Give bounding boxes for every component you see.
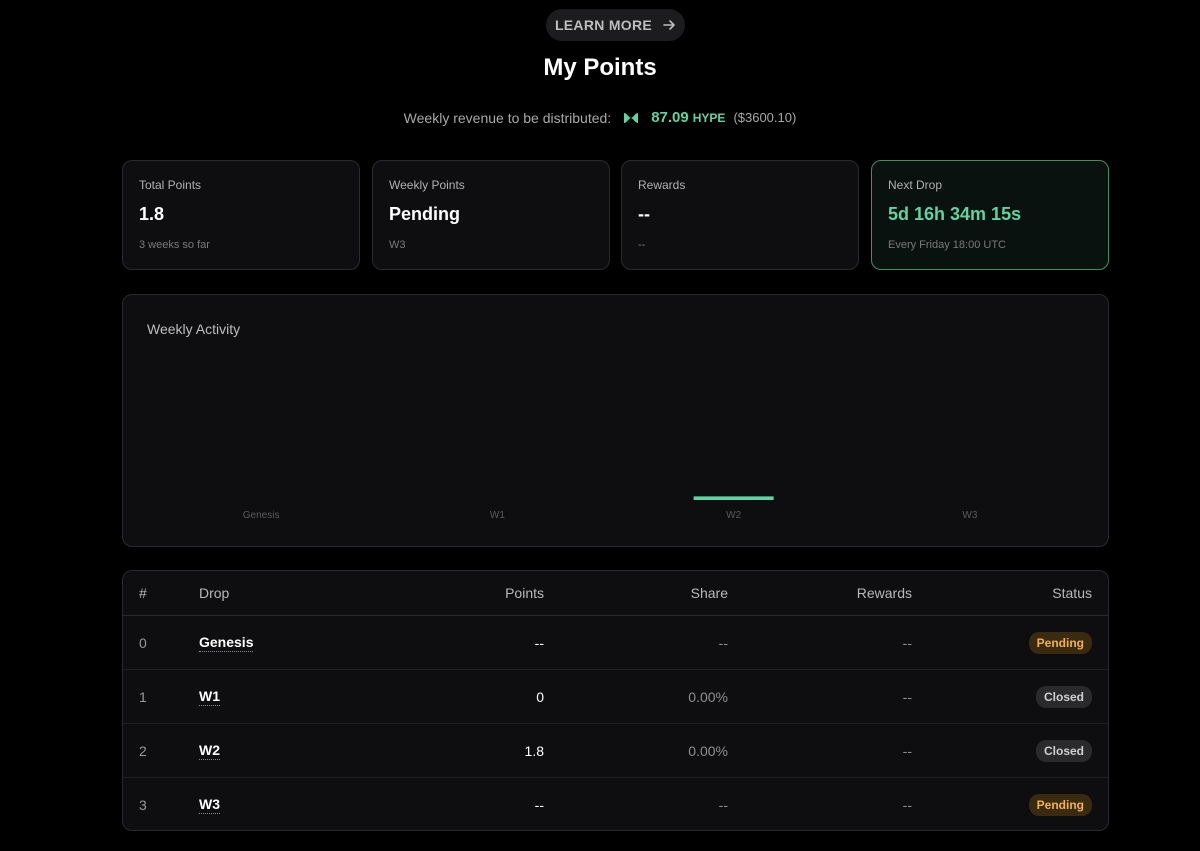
row-points: 1.8: [524, 742, 544, 759]
header-points: Points: [505, 585, 544, 601]
header-idx: #: [139, 585, 147, 601]
header-share: Share: [690, 585, 728, 601]
x-tick-label: W1: [490, 510, 505, 521]
row-status: Closed: [1035, 670, 1092, 723]
table-row: 3 W3 -- -- -- Pending: [123, 778, 1108, 830]
row-drop: W3: [199, 778, 220, 830]
card-label: Total Points: [139, 178, 202, 192]
row-share: 0.00%: [688, 688, 728, 705]
row-idx: 3: [139, 797, 147, 813]
rewards-card: Rewards -- --: [621, 160, 859, 270]
drop-link[interactable]: Genesis: [199, 634, 254, 652]
points-page: LEARN MORE My Points Weekly revenue to b…: [0, 0, 1200, 851]
header-status: Status: [1052, 585, 1092, 601]
card-label: Rewards: [638, 178, 686, 192]
status-badge: Pending: [1028, 631, 1092, 654]
chart-canvas: Genesis W1 W2 W3: [243, 496, 978, 521]
row-points: --: [534, 797, 544, 813]
row-share: 0.00%: [688, 742, 728, 759]
row-points: --: [534, 634, 544, 651]
row-idx: 1: [139, 688, 147, 705]
row-rewards: --: [902, 742, 912, 759]
row-drop: W1: [199, 670, 220, 723]
stat-cards: Total Points 1.8 3 weeks so far Weekly P…: [122, 160, 1109, 270]
revenue-label: Weekly revenue to be distributed:: [403, 109, 612, 126]
status-badge: Closed: [1035, 739, 1092, 762]
row-status: Pending: [1028, 778, 1092, 830]
revenue-usd: ($3600.10): [733, 110, 797, 125]
learn-more-button[interactable]: LEARN MORE: [546, 9, 685, 41]
revenue-amount: 87.09: [651, 109, 689, 126]
hype-logo-icon: [624, 112, 639, 123]
row-share: --: [718, 797, 728, 813]
header-rewards: Rewards: [856, 585, 912, 601]
revenue-unit: HYPE: [692, 110, 726, 125]
row-drop: W2: [199, 724, 220, 777]
card-value: --: [638, 204, 650, 224]
card-sub: --: [638, 239, 646, 251]
weekly-revenue: Weekly revenue to be distributed: 87.09 …: [0, 109, 1200, 126]
next-drop-card: Next Drop 5d 16h 34m 15s Every Friday 18…: [871, 160, 1109, 270]
row-rewards: --: [902, 688, 912, 705]
row-rewards: --: [902, 797, 912, 813]
table-row: 2 W2 1.8 0.00% -- Closed: [123, 724, 1108, 778]
weekly-activity-chart: Weekly Activity Genesis W1 W2 W3: [122, 294, 1109, 547]
chart-bar-w2: [693, 496, 774, 500]
table-row: 0 Genesis -- -- -- Pending: [123, 616, 1108, 670]
total-points-card: Total Points 1.8 3 weeks so far: [122, 160, 360, 270]
row-idx: 2: [139, 742, 147, 759]
x-tick-label: W3: [962, 510, 977, 521]
x-tick-label: W2: [726, 510, 741, 521]
x-tick-label: Genesis: [243, 510, 280, 521]
drop-link[interactable]: W1: [199, 688, 220, 706]
row-share: --: [718, 634, 728, 651]
weekly-points-card: Weekly Points Pending W3: [372, 160, 610, 270]
card-sub: Every Friday 18:00 UTC: [888, 239, 1006, 251]
status-badge: Pending: [1028, 794, 1092, 816]
card-sub: W3: [389, 239, 406, 251]
card-sub: 3 weeks so far: [139, 239, 210, 251]
table-header-row: # Drop Points Share Rewards Status: [123, 571, 1108, 616]
card-label: Next Drop: [888, 178, 943, 192]
card-value: 1.8: [139, 204, 165, 224]
row-status: Pending: [1028, 616, 1092, 669]
row-rewards: --: [902, 634, 912, 651]
card-value: Pending: [389, 204, 460, 224]
arrow-right-icon: [663, 20, 675, 30]
status-badge: Closed: [1035, 685, 1092, 708]
learn-more-label: LEARN MORE: [554, 17, 653, 33]
row-drop: Genesis: [199, 616, 254, 669]
row-idx: 0: [139, 634, 147, 651]
page-title: My Points: [543, 54, 657, 81]
drop-link[interactable]: W3: [199, 796, 220, 814]
header-drop: Drop: [199, 585, 230, 601]
countdown-value: 5d 16h 34m 15s: [888, 204, 1022, 224]
drop-link[interactable]: W2: [199, 742, 220, 760]
row-points: 0: [536, 688, 544, 705]
table-row: 1 W1 0 0.00% -- Closed: [123, 670, 1108, 724]
card-label: Weekly Points: [389, 178, 465, 192]
row-status: Closed: [1035, 724, 1092, 777]
drops-table: # Drop Points Share Rewards Status 0 Gen…: [122, 570, 1109, 831]
